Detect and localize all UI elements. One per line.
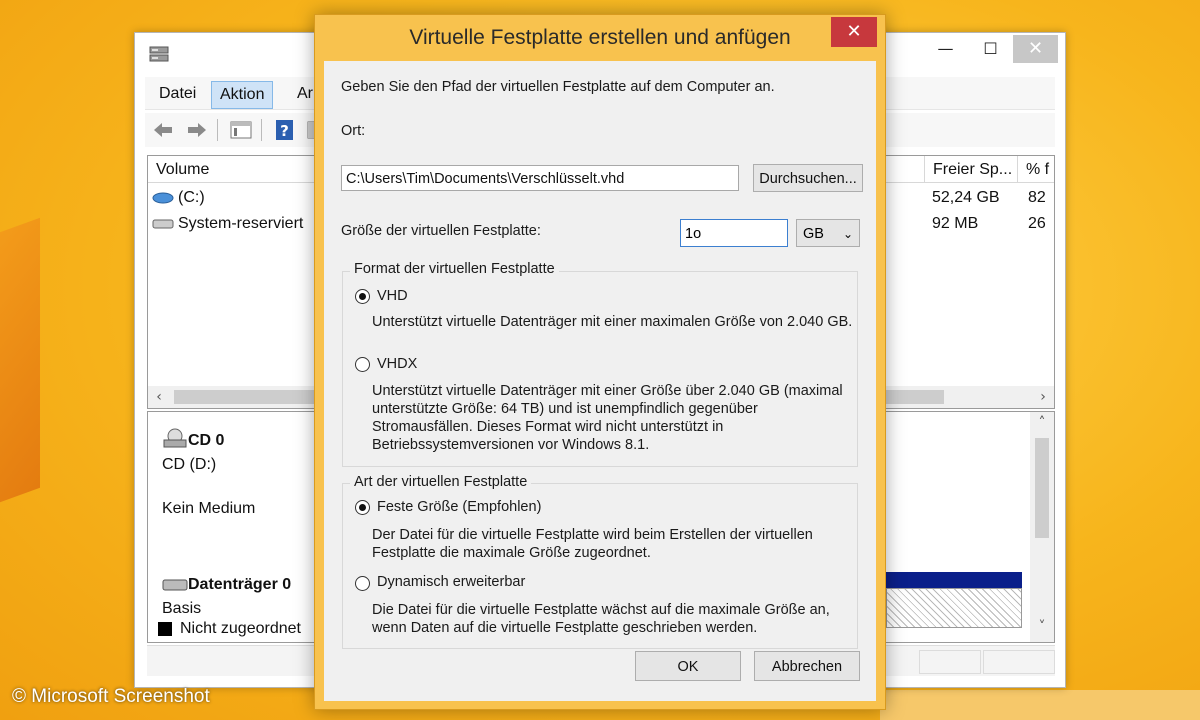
cancel-button[interactable]: Abbrechen: [754, 651, 860, 681]
forward-arrow-icon[interactable]: [185, 119, 209, 141]
close-icon[interactable]: ✕: [1013, 35, 1058, 63]
size-unit-select[interactable]: GB ⌄: [796, 219, 860, 247]
vhd-radio[interactable]: [355, 289, 370, 304]
dialog-title: Virtuelle Festplatte erstellen und anfüg…: [409, 26, 791, 49]
dialog-body: Geben Sie den Pfad der virtuellen Festpl…: [324, 61, 876, 701]
path-input[interactable]: C:\Users\Tim\Documents\Verschlüsselt.vhd: [341, 165, 739, 191]
disk0-title: Datenträger 0: [188, 576, 292, 593]
volume-name: (C:): [178, 189, 205, 206]
background-shape: [0, 217, 40, 503]
size-label: Größe der virtuellen Festplatte:: [341, 223, 541, 239]
size-unit-value: GB: [803, 226, 824, 242]
volume-free-space: 52,24 GB: [932, 189, 1000, 206]
size-input[interactable]: 1o: [680, 219, 788, 247]
copyright-watermark: © Microsoft Screenshot: [12, 686, 210, 707]
vhd-description: Unterstützt virtuelle Datenträger mit ei…: [372, 314, 853, 330]
background-shape: [880, 690, 1200, 720]
scrollbar-thumb[interactable]: [1035, 438, 1049, 538]
scroll-right-icon[interactable]: ›: [1032, 386, 1054, 408]
drive-icon: [152, 192, 174, 204]
scroll-up-icon[interactable]: ˄: [1031, 412, 1053, 434]
volume-free-space: 92 MB: [932, 215, 979, 232]
legend-unassigned-swatch: [158, 622, 172, 636]
vhdx-radio[interactable]: [355, 357, 370, 372]
type-group-title: Art der virtuellen Festplatte: [350, 474, 532, 490]
location-label: Ort:: [341, 123, 366, 139]
back-arrow-icon[interactable]: [151, 119, 175, 141]
legend-unassigned-label: Nicht zugeordnet: [180, 620, 301, 637]
minimize-icon[interactable]: —: [923, 35, 968, 63]
close-icon[interactable]: ✕: [831, 17, 877, 47]
format-group-title: Format der virtuellen Festplatte: [350, 261, 559, 277]
status-cell: [919, 650, 981, 674]
dynamic-description: Die Datei für die virtuelle Festplatte w…: [372, 602, 830, 636]
cd-title: CD 0: [188, 432, 225, 449]
dynamic-label[interactable]: Dynamisch erweiterbar: [377, 574, 525, 590]
browse-button[interactable]: Durchsuchen...: [753, 164, 863, 192]
partition-bar[interactable]: [886, 572, 1022, 588]
dynamic-radio[interactable]: [355, 576, 370, 591]
drive-icon: [152, 219, 174, 229]
svg-text:?: ?: [280, 122, 289, 140]
create-vhd-dialog: Virtuelle Festplatte erstellen und anfüg…: [314, 14, 886, 710]
vhdx-description: Unterstützt virtuelle Datenträger mit ei…: [372, 383, 843, 453]
properties-icon[interactable]: [229, 119, 253, 141]
vertical-scrollbar[interactable]: ˄ ˅: [1030, 412, 1054, 642]
fixed-size-label[interactable]: Feste Größe (Empfohlen): [377, 499, 541, 515]
scroll-down-icon[interactable]: ˅: [1031, 616, 1053, 638]
instruction-text: Geben Sie den Pfad der virtuellen Festpl…: [341, 79, 775, 95]
ok-button[interactable]: OK: [635, 651, 741, 681]
vhd-label[interactable]: VHD: [377, 288, 408, 304]
fixed-size-radio[interactable]: [355, 500, 370, 515]
cd-media-status: Kein Medium: [162, 500, 256, 517]
toolbar-separator: [217, 119, 218, 141]
disk-icon: [162, 579, 188, 591]
disk-management-icon: [149, 46, 169, 62]
volume-percent-free: 82: [1028, 189, 1046, 206]
fixed-size-description: Der Datei für die virtuelle Festplatte w…: [372, 527, 813, 561]
volume-percent-free: 26: [1028, 215, 1046, 232]
partition-area[interactable]: [886, 588, 1022, 628]
volume-name: System-reserviert: [178, 215, 304, 232]
help-icon[interactable]: ?: [273, 119, 297, 141]
menu-file[interactable]: Datei: [151, 81, 204, 107]
chevron-down-icon: ⌄: [842, 227, 853, 241]
toolbar-separator: [261, 119, 262, 141]
column-free-space[interactable]: Freier Sp...: [924, 156, 1018, 182]
cd-drive-icon: [163, 428, 187, 448]
menu-action[interactable]: Aktion: [211, 81, 274, 109]
column-percent-free[interactable]: % f: [1018, 156, 1054, 182]
column-volume[interactable]: Volume: [148, 156, 328, 182]
disk0-type: Basis: [162, 600, 202, 617]
vhdx-label[interactable]: VHDX: [377, 356, 417, 372]
maximize-icon[interactable]: ☐: [968, 35, 1013, 63]
status-cell: [983, 650, 1055, 674]
scroll-left-icon[interactable]: ‹: [148, 386, 170, 408]
cd-drive-letter: CD (D:): [162, 456, 217, 473]
